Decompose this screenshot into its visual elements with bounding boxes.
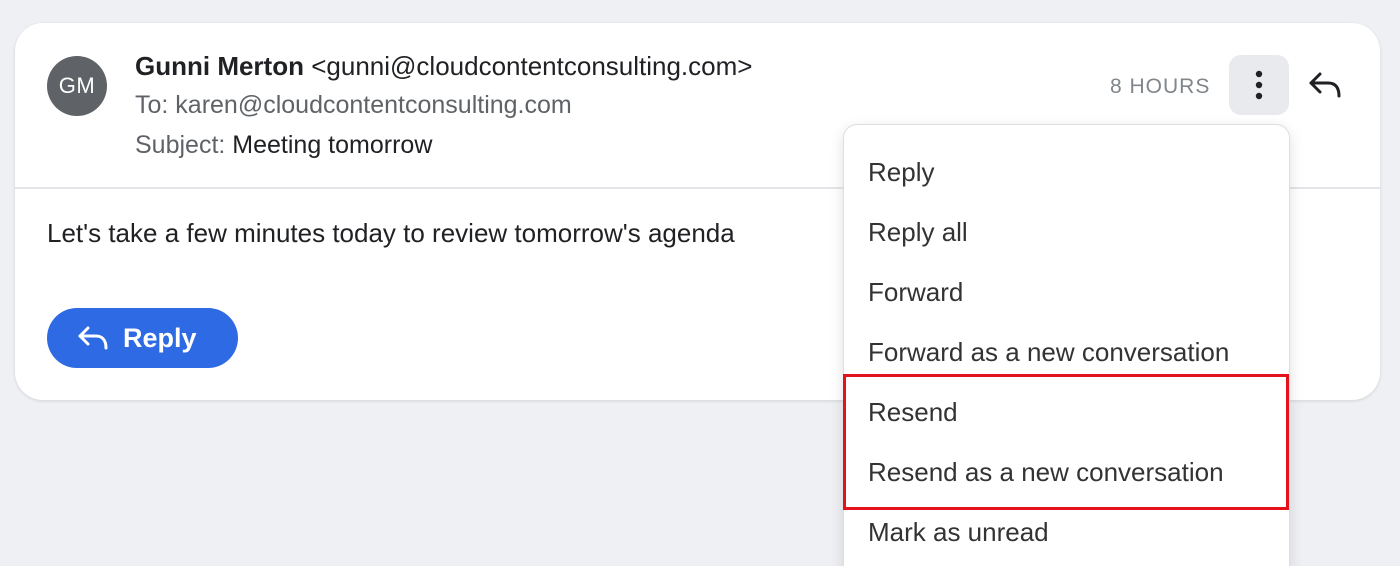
menu-item-forward[interactable]: Forward: [844, 262, 1289, 322]
menu-item-reply[interactable]: Reply: [844, 142, 1289, 202]
menu-item-forward-new-conversation[interactable]: Forward as a new conversation: [844, 322, 1289, 382]
menu-item-resend[interactable]: Resend: [844, 382, 1289, 442]
subject-label: Subject:: [135, 131, 226, 159]
more-options-button[interactable]: [1229, 55, 1289, 115]
menu-item-mark-unread[interactable]: Mark as unread: [844, 502, 1289, 562]
sender-name: Gunni Merton: [135, 51, 304, 81]
more-options-menu: Reply Reply all Forward Forward as a new…: [843, 124, 1290, 566]
more-vertical-icon: [1255, 70, 1263, 100]
reply-icon-button[interactable]: [1305, 65, 1345, 105]
sender-email: <gunni@cloudcontentconsulting.com>: [311, 51, 753, 81]
timestamp: 8 HOURS: [1110, 75, 1211, 98]
reply-button-label: Reply: [123, 322, 197, 353]
reply-icon: [1309, 72, 1341, 98]
menu-item-reply-all[interactable]: Reply all: [844, 202, 1289, 262]
subject-line: Subject: Meeting tomorrow: [135, 131, 432, 160]
reply-icon: [78, 326, 108, 350]
menu-item-resend-new-conversation[interactable]: Resend as a new conversation: [844, 442, 1289, 502]
email-body: Let's take a few minutes today to review…: [47, 218, 735, 248]
sender-line: Gunni Merton <gunni@cloudcontentconsulti…: [135, 51, 752, 82]
recipient-line: To: karen@cloudcontentconsulting.com: [135, 91, 572, 119]
avatar: GM: [47, 56, 107, 116]
subject-value: Meeting tomorrow: [232, 131, 433, 159]
reply-button[interactable]: Reply: [47, 308, 238, 368]
